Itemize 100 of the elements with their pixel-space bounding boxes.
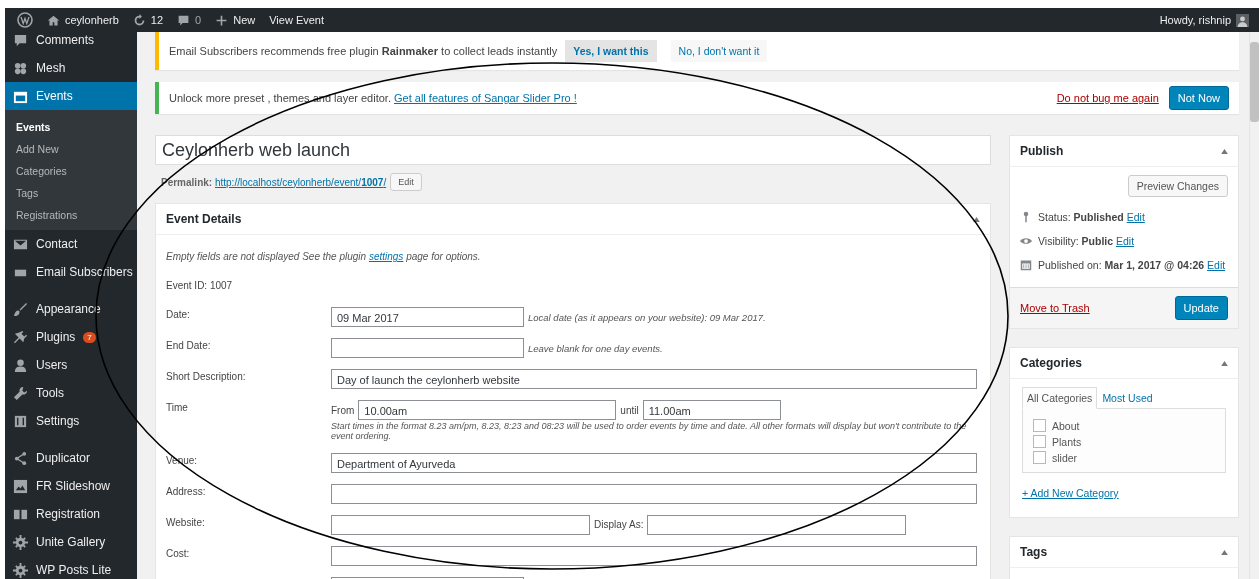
submenu-item[interactable]: Categories [5,160,137,182]
input-field[interactable]: Day of launch the ceylonherb website [331,369,977,389]
sidebar-menu-item[interactable]: Tools [5,379,137,407]
sidebar-menu-item[interactable]: Comments [5,32,137,54]
input-field[interactable] [331,545,977,566]
submenu-item[interactable]: Add New [5,138,137,160]
checkbox[interactable] [1033,435,1046,448]
upgrade-link[interactable]: Get all features of Sangar Slider Pro ! [394,92,577,104]
start-time-field[interactable]: 10.00am [358,400,617,420]
field-label: Address: [166,484,207,497]
wrench-icon [13,385,28,401]
mesh-icon [13,60,28,76]
field-label: From [331,404,355,416]
comments-link[interactable]: 0 [177,13,202,27]
edit-permalink-button[interactable]: Edit [390,173,422,191]
field-label: End Date: [166,339,212,351]
sidebar-menu-item[interactable]: Duplicator [5,444,137,472]
submenu-item[interactable]: Registrations [5,204,137,226]
preview-changes-button[interactable]: Preview Changes [1127,175,1228,197]
home-icon [47,13,60,27]
field-label: Time [166,401,189,413]
category-label: About [1052,419,1080,432]
event-id-text: Event ID: 1007 [166,280,234,291]
sidebar-menu-item[interactable]: Email Subscribers [5,258,137,286]
input-field[interactable] [331,338,524,358]
view-event-link[interactable]: View Event [269,14,325,26]
user-icon [13,357,28,373]
publish-info-text: Visibility: Public Edit [1038,235,1135,247]
field-label: Short Description: [166,370,247,382]
refresh-icon [132,13,146,27]
sidebar-menu-item[interactable]: Mesh [5,54,137,82]
input-field[interactable]: Department of Ayurveda [331,452,977,473]
scrollbar[interactable] [1249,32,1259,579]
display-as-field[interactable] [647,514,907,535]
sidebar-menu-item[interactable]: FR Slideshow [5,472,137,500]
input-field[interactable]: 09 Mar 2017 [331,307,524,327]
checkbox[interactable] [1033,451,1046,464]
input-field[interactable] [331,483,977,504]
sidebar-menu-item[interactable]: Events [5,82,137,110]
sidebar-menu-item[interactable]: Contact [5,230,137,258]
update-button[interactable]: Update [1174,296,1228,320]
dismiss-link[interactable]: Do not bug me again [1056,92,1159,104]
site-name-link[interactable]: ceylonherb [47,13,119,27]
eye-icon [1020,235,1032,247]
plug-icon [13,329,28,345]
avatar-icon [1236,13,1249,27]
publish-info-text: Status: Published Edit [1038,211,1145,223]
panel-title: Event Details [166,212,242,226]
sidebar-menu-item[interactable]: Unite Gallery [5,528,137,556]
speech-bubble-icon [177,13,191,27]
category-label: slider [1052,451,1078,464]
comment-icon [13,32,28,48]
updates-link[interactable]: 12 [132,13,164,27]
field-label: until [620,404,639,416]
edit-link[interactable]: Edit [1116,235,1135,247]
intro-text: Empty fields are not displayed See the plugin settings page for options. [166,251,482,262]
new-link[interactable]: New [215,13,256,27]
publish-info-text: Published on: Mar 1, 2017 @ 04:26 Edit [1038,259,1226,271]
panel-title: Categories [1020,356,1083,370]
calendar-icon [1020,259,1032,271]
move-to-trash-link[interactable]: Move to Trash [1020,302,1090,314]
decline-button[interactable]: No, I don't want it [670,40,768,62]
gear-icon [13,534,28,550]
website-field[interactable] [331,514,590,535]
account-link[interactable]: Howdy, rishnip [1159,13,1249,27]
field-label: Display As: [594,519,644,531]
collapse-arrow-icon[interactable] [973,216,980,222]
panel-title: Publish [1020,144,1064,158]
notice-text: Email Subscribers recommends free plugin Rainmaker to collect leads instantly [169,45,558,57]
sidebar-menu-item[interactable]: Registration [5,500,137,528]
edit-link[interactable]: Edit [1126,211,1145,223]
permalink-link[interactable]: http://localhost/ceylonherb/event/1007/ [214,176,387,188]
share-icon [13,450,28,466]
submenu-item[interactable]: Events [5,116,137,138]
checkbox[interactable] [1033,419,1046,432]
field-label: Date: [166,308,191,320]
sidebar-menu-item[interactable]: Appearance [5,295,137,323]
wordpress-logo-icon[interactable] [17,12,33,28]
settings-link[interactable]: settings [368,251,404,262]
accept-button[interactable]: Yes, I want this [565,40,657,62]
sidebar-menu-item[interactable]: Settings [5,407,137,435]
sidebar-menu-item[interactable]: Users [5,351,137,379]
sidebar-menu-item[interactable]: WP Posts Lite [5,556,137,579]
sliders-icon [13,413,28,429]
category-label: Plants [1052,435,1082,448]
plus-icon [215,13,229,27]
not-now-button[interactable]: Not Now [1168,86,1229,110]
field-label: Website: [166,515,206,528]
brush-icon [13,301,28,317]
field-hint: Leave blank for one day events. [528,342,663,354]
image-icon [13,478,28,494]
category-tab[interactable]: Most Used [1097,387,1158,409]
edit-link[interactable]: Edit [1207,259,1226,271]
submenu-item[interactable]: Tags [5,182,137,204]
add-category-link[interactable]: + Add New Category [1022,487,1119,499]
category-tab[interactable]: All Categories [1022,387,1098,409]
sidebar-menu-item[interactable]: Plugins 7 [5,323,137,351]
update-count-badge: 7 [83,331,96,343]
end-time-field[interactable]: 11.00am [642,400,781,420]
field-hint: Local date (as it appears on your website): 09 Mar 2017. [528,311,766,323]
